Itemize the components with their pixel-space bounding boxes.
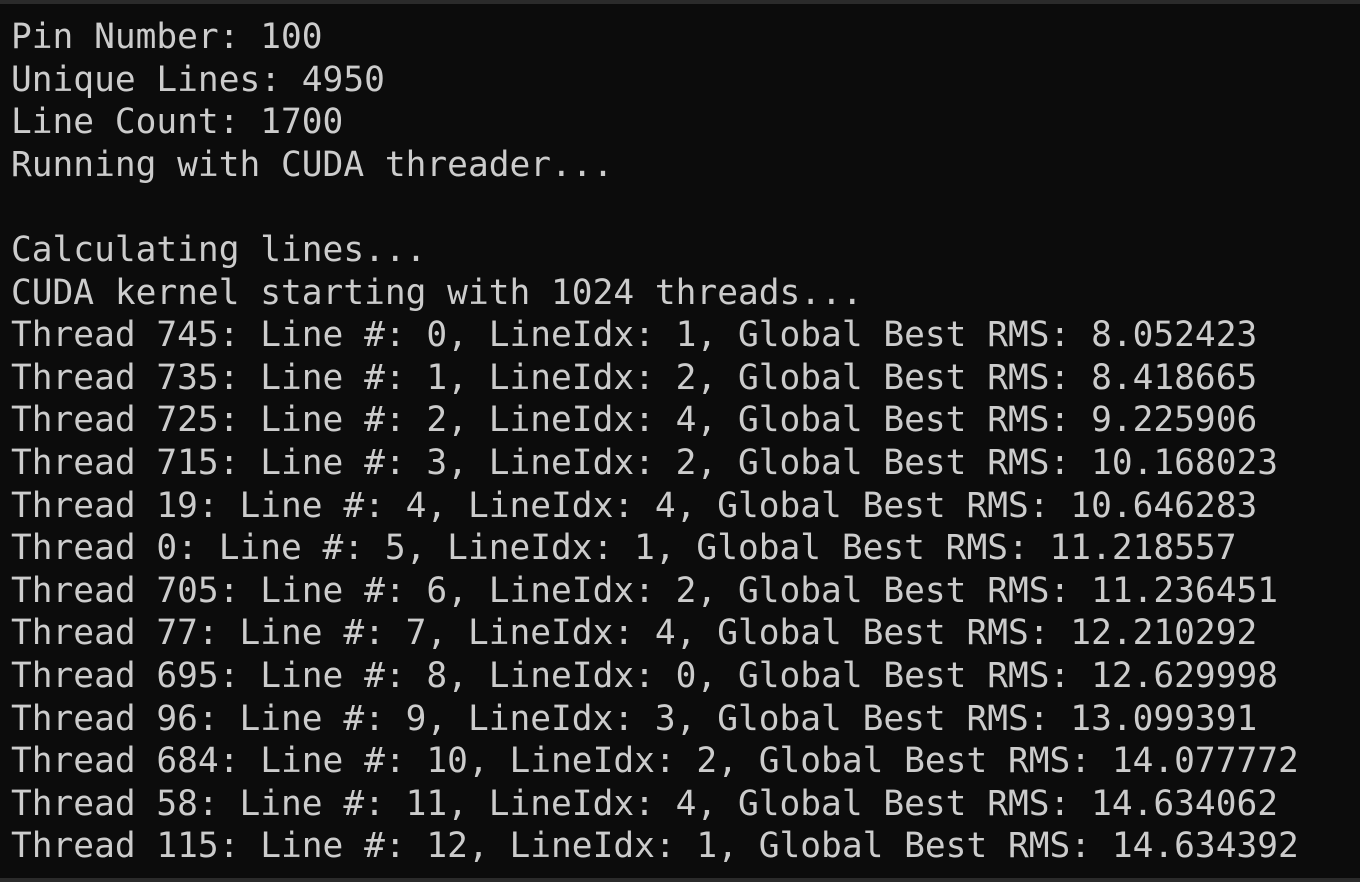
- console-output: Pin Number: 100 Unique Lines: 4950 Line …: [11, 16, 1360, 868]
- thread-log-line: Thread 96: Line #: 9, LineIdx: 3, Global…: [11, 698, 1258, 739]
- thread-log-line: Thread 115: Line #: 12, LineIdx: 1, Glob…: [11, 826, 1299, 867]
- thread-log-line: Thread 715: Line #: 3, LineIdx: 2, Globa…: [11, 442, 1279, 483]
- unique-lines-line: Unique Lines: 4950: [11, 59, 385, 100]
- thread-log-line: Thread 19: Line #: 4, LineIdx: 4, Global…: [11, 485, 1258, 526]
- thread-log-line: Thread 58: Line #: 11, LineIdx: 4, Globa…: [11, 783, 1279, 824]
- thread-log-line: Thread 0: Line #: 5, LineIdx: 1, Global …: [11, 528, 1237, 569]
- kernel-start-line: CUDA kernel starting with 1024 threads..…: [11, 272, 863, 313]
- thread-log-line: Thread 705: Line #: 6, LineIdx: 2, Globa…: [11, 570, 1279, 611]
- line-count-line: Line Count: 1700: [11, 102, 344, 143]
- thread-log-line: Thread 745: Line #: 0, LineIdx: 1, Globa…: [11, 315, 1258, 356]
- thread-log-line: Thread 684: Line #: 10, LineIdx: 2, Glob…: [11, 741, 1299, 782]
- pin-number-line: Pin Number: 100: [11, 17, 323, 57]
- thread-log-line: Thread 735: Line #: 1, LineIdx: 2, Globa…: [11, 357, 1258, 398]
- thread-log-line: Thread 77: Line #: 7, LineIdx: 4, Global…: [11, 613, 1258, 654]
- calculating-line: Calculating lines...: [11, 229, 427, 270]
- thread-log-line: Thread 695: Line #: 8, LineIdx: 0, Globa…: [11, 655, 1279, 696]
- console-window[interactable]: Pin Number: 100 Unique Lines: 4950 Line …: [0, 0, 1360, 882]
- thread-log-line: Thread 725: Line #: 2, LineIdx: 4, Globa…: [11, 400, 1258, 441]
- running-mode-line: Running with CUDA threader...: [11, 144, 614, 185]
